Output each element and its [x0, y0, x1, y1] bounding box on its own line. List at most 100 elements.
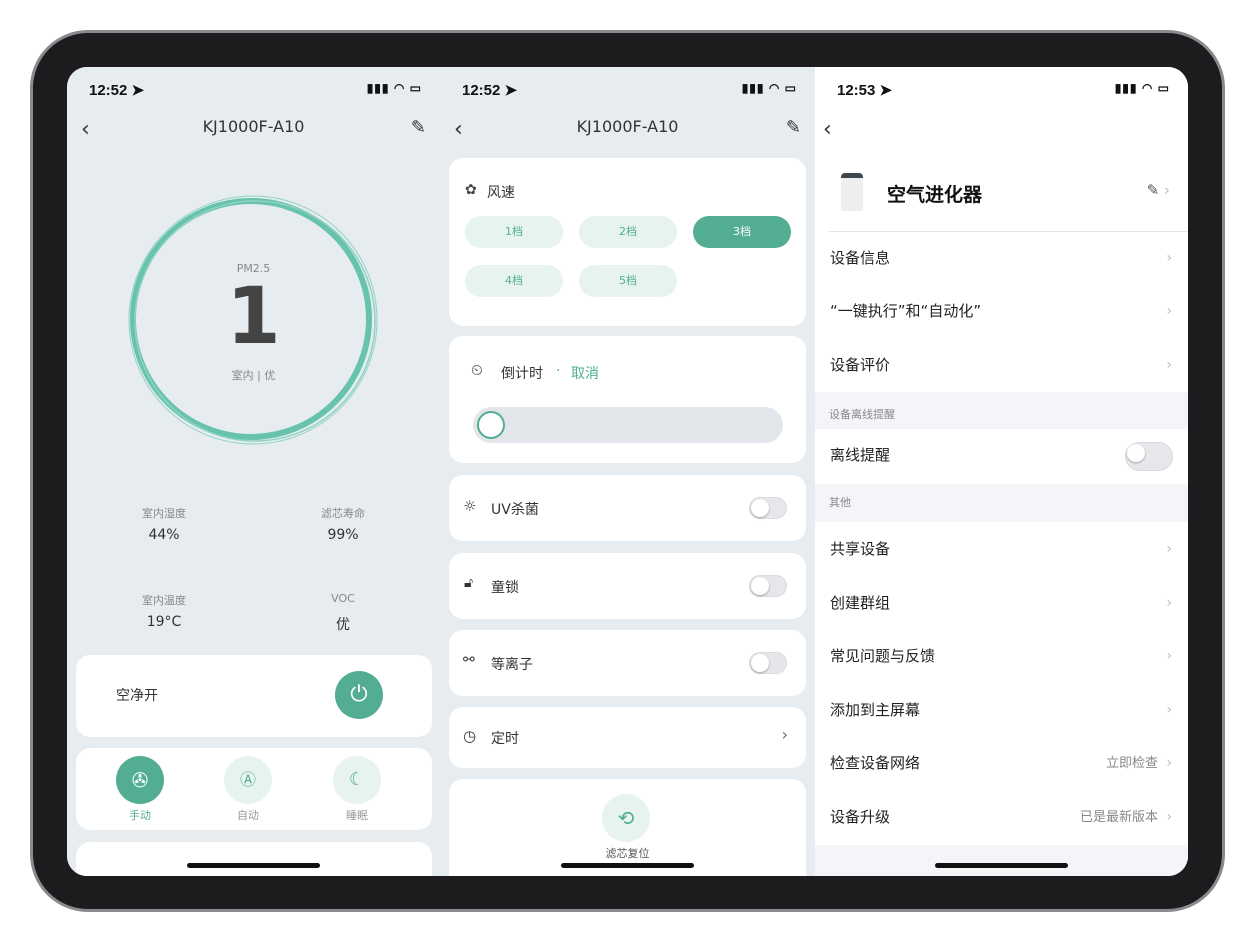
row-label: “一键执行”和“自动化”	[830, 302, 982, 320]
back-button[interactable]: ‹	[823, 117, 832, 142]
device-review-row[interactable]: 设备评价 ›	[815, 339, 1188, 392]
filter-reset-button[interactable]: ⟲	[602, 794, 650, 842]
uv-label: UV杀菌	[491, 502, 539, 518]
row-label: 创建群组	[830, 594, 891, 612]
scenes-automation-row[interactable]: “一键执行”和“自动化” ›	[815, 285, 1188, 338]
pm-value: 1	[226, 272, 281, 362]
fan-speed-card: ✿ 风速 1档 2档 3档 4档 5档	[449, 158, 806, 326]
status-bar: 12:53 ➤ ▮▮▮ ◠ ▭	[837, 81, 1170, 99]
countdown-slider[interactable]	[473, 407, 783, 443]
speed-4-button[interactable]: 4档	[465, 265, 563, 297]
humidity-value: 44%	[148, 527, 180, 543]
clock: 12:53	[837, 82, 876, 99]
signal-wifi-battery-icon: ▮▮▮ ◠ ▭	[366, 81, 422, 95]
speed-3-button[interactable]: 3档	[693, 216, 791, 248]
chevron-right-icon: ›	[1166, 809, 1172, 825]
row-label: 添加到主屏幕	[830, 701, 921, 719]
device-settings-panel: 12:53 ➤ ▮▮▮ ◠ ▭ ‹ 空气进化器 ✎ › 设备信息 › “一键执行”和…	[815, 67, 1188, 876]
page-title: KJ1000F-A10	[202, 117, 305, 136]
humidity-label: 室内湿度	[142, 507, 186, 520]
ion-label: 等离子	[491, 657, 533, 673]
edit-name-button[interactable]: ✎ ›	[1147, 181, 1170, 199]
mode-auto-label: 自动	[237, 809, 259, 822]
child-lock-label: 童锁	[491, 580, 519, 596]
ion-icon: ⚯	[463, 652, 475, 668]
clock: 12:52	[89, 82, 128, 99]
page-title: KJ1000F-A10	[576, 117, 679, 136]
countdown-separator: ·	[556, 363, 561, 379]
signal-wifi-battery-icon: ▮▮▮ ◠ ▭	[1114, 81, 1170, 95]
add-to-home-row[interactable]: 添加到主屏幕 ›	[815, 684, 1188, 737]
chevron-right-icon: ›	[1166, 357, 1172, 373]
row-label: 设备升级	[830, 808, 891, 826]
offline-section-header: 设备离线提醒	[815, 392, 1188, 429]
row-value: 立即检查	[1105, 756, 1158, 771]
status-bar: 12:52 ➤ ▮▮▮ ◠ ▭	[462, 81, 797, 99]
fan-speed-label: 风速	[487, 185, 515, 201]
row-value: 已是最新版本	[1079, 810, 1158, 825]
row-label: 共享设备	[830, 540, 891, 558]
row-label: 检查设备网络	[830, 754, 921, 772]
ion-card: ⚯ 等离子	[449, 630, 806, 696]
offline-alert-row: 离线提醒	[815, 429, 1188, 482]
home-indicator	[187, 863, 320, 868]
voc-label: VOC	[331, 592, 355, 605]
row-label: 常见问题与反馈	[830, 647, 936, 665]
speed-5-button[interactable]: 5档	[579, 265, 677, 297]
faq-feedback-row[interactable]: 常见问题与反馈 ›	[815, 630, 1188, 683]
back-button[interactable]: ‹	[454, 117, 463, 142]
ion-toggle[interactable]	[749, 652, 787, 674]
temperature-label: 室内温度	[142, 594, 186, 607]
timer-label: 定时	[491, 731, 519, 747]
filter-life-value: 99%	[327, 527, 359, 543]
lock-icon: 🔓︎	[464, 575, 474, 591]
status-bar: 12:52 ➤ ▮▮▮ ◠ ▭	[89, 81, 422, 99]
countdown-cancel-link[interactable]: 取消	[571, 363, 599, 383]
chevron-right-icon: ›	[1166, 250, 1172, 266]
mode-sleep-label: 睡眠	[346, 809, 368, 822]
sun-icon: ☼	[463, 497, 477, 515]
screen: 12:52 ➤ ▮▮▮ ◠ ▭ ‹ KJ1000F-A10 ✎ PM2.5 1 室内 …	[67, 67, 1188, 876]
firmware-update-row[interactable]: 设备升级 已是最新版本 ›	[815, 791, 1188, 844]
filter-reset-card: ⟲ 滤芯复位	[449, 779, 806, 876]
back-button[interactable]: ‹	[81, 117, 90, 142]
fan-icon: ✿	[465, 182, 477, 198]
edit-icon[interactable]: ✎	[411, 117, 426, 138]
countdown-label: 倒计时	[501, 366, 543, 382]
chevron-right-icon: ›	[1166, 648, 1172, 664]
row-label: 设备评价	[830, 356, 891, 374]
edit-icon[interactable]: ✎	[786, 117, 801, 138]
child-lock-card: 🔓︎ 童锁	[449, 553, 806, 619]
offline-alert-toggle[interactable]	[1125, 442, 1173, 471]
child-lock-toggle[interactable]	[749, 575, 787, 597]
speed-2-button[interactable]: 2档	[579, 216, 677, 248]
share-device-row[interactable]: 共享设备 ›	[815, 523, 1188, 576]
countdown-icon: ⏲	[471, 361, 483, 379]
uv-toggle[interactable]	[749, 497, 787, 519]
filter-life-label: 滤芯寿命	[321, 507, 365, 520]
speed-1-button[interactable]: 1档	[465, 216, 563, 248]
create-group-row[interactable]: 创建群组 ›	[815, 577, 1188, 630]
mode-manual-label: 手动	[129, 809, 151, 822]
moon-icon[interactable]: ☾	[333, 756, 381, 804]
home-indicator	[935, 863, 1068, 868]
power-button[interactable]: ⏻	[335, 671, 383, 719]
device-home-panel: 12:52 ➤ ▮▮▮ ◠ ▭ ‹ KJ1000F-A10 ✎ PM2.5 1 室内 …	[67, 67, 440, 876]
power-card: 空净开 ⏻	[76, 655, 432, 737]
chevron-right-icon: ›	[1166, 702, 1172, 718]
voc-value: 优	[336, 617, 350, 633]
mode-card: ✇ 手动 Ⓐ 自动 ☾ 睡眠	[76, 748, 432, 830]
check-network-row[interactable]: 检查设备网络 立即检查 ›	[815, 737, 1188, 790]
fan-icon[interactable]: ✇	[116, 756, 164, 804]
next-card	[76, 842, 432, 876]
chevron-right-icon: ›	[1166, 541, 1172, 557]
temperature-value: 19°C	[146, 614, 182, 630]
row-label: 离线提醒	[830, 446, 891, 464]
timer-row[interactable]: ◷ 定时 ›	[449, 707, 806, 768]
device-info-row[interactable]: 设备信息 ›	[815, 232, 1188, 285]
other-section-header: 其他	[815, 484, 1188, 522]
power-label: 空净开	[116, 688, 158, 704]
auto-icon[interactable]: Ⓐ	[224, 756, 272, 804]
slider-thumb[interactable]	[477, 411, 505, 439]
clock-icon: ◷	[463, 727, 477, 745]
